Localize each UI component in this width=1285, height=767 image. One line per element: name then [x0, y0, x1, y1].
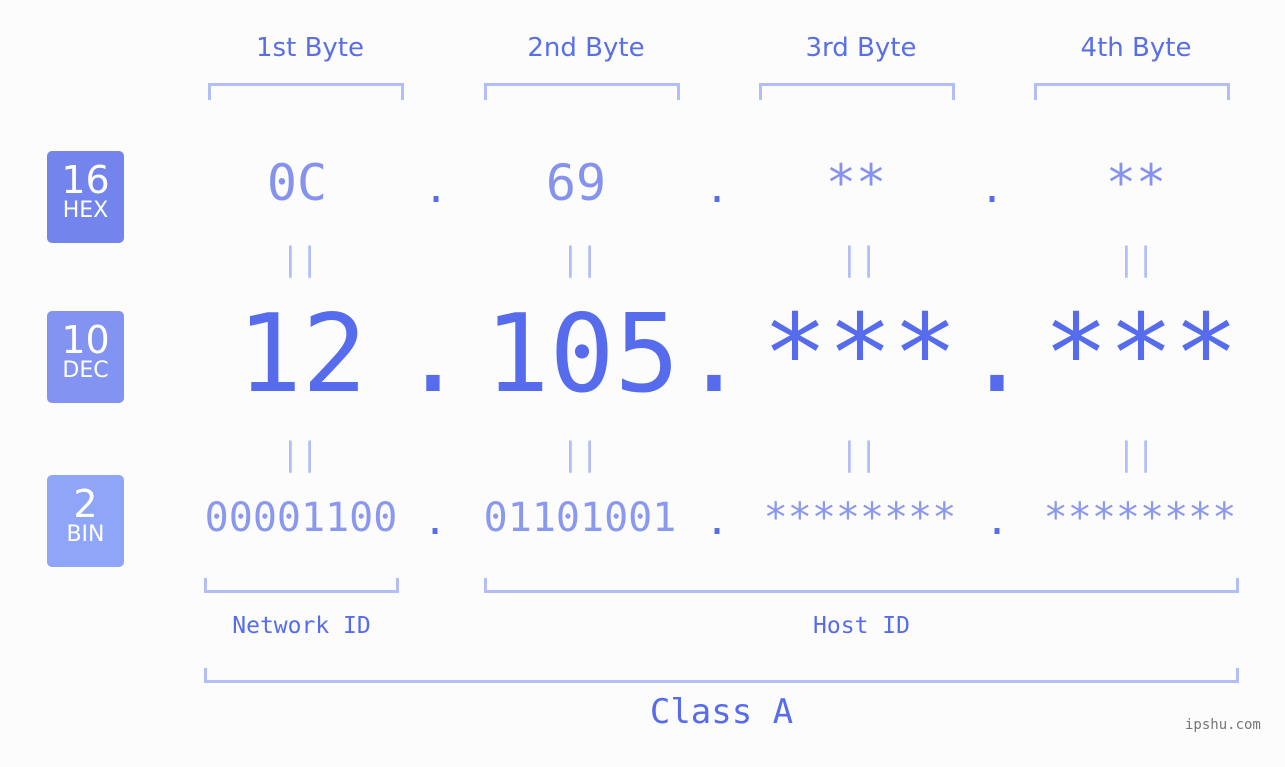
byte-bracket-1: [208, 83, 404, 100]
dec-badge-number: 10: [61, 318, 110, 362]
bin-badge: 2 BIN: [47, 475, 124, 567]
byte-header-2: 2nd Byte: [527, 33, 645, 63]
byte-header-3: 3rd Byte: [805, 33, 917, 63]
dec-byte-2: 105: [484, 292, 680, 417]
hex-badge-number: 16: [61, 158, 110, 202]
bin-badge-number: 2: [73, 482, 98, 526]
dec-separator-3: .: [964, 292, 1030, 417]
hex-badge-label: HEX: [62, 198, 109, 223]
hex-byte-1: 0C: [266, 154, 328, 212]
dec-byte-3: ***: [762, 292, 958, 417]
dec-byte-4: ***: [1043, 292, 1239, 417]
hex-byte-4: **: [1105, 154, 1167, 212]
equals-dec-bin-3: ||: [839, 435, 879, 473]
dec-byte-1: 12: [236, 292, 368, 417]
class-bracket: [204, 668, 1239, 683]
bin-byte-4: ********: [1043, 495, 1237, 541]
dec-badge-label: DEC: [62, 358, 109, 383]
hex-badge: 16 HEX: [47, 151, 124, 243]
byte-bracket-4: [1034, 83, 1230, 100]
bin-separator-1: .: [422, 498, 448, 544]
equals-dec-bin-1: ||: [280, 435, 320, 473]
dec-badge: 10 DEC: [47, 311, 124, 403]
bin-separator-2: .: [704, 498, 730, 544]
bin-byte-2: 01101001: [483, 495, 677, 541]
bin-byte-1: 00001100: [204, 495, 398, 541]
host-id-bracket: [484, 578, 1239, 593]
network-id-bracket: [204, 578, 399, 593]
hex-separator-1: .: [423, 166, 449, 212]
byte-bracket-2: [484, 83, 680, 100]
hex-byte-2: 69: [545, 154, 607, 212]
equals-hex-dec-2: ||: [560, 240, 600, 278]
bin-separator-3: .: [984, 498, 1010, 544]
hex-separator-3: .: [979, 166, 1005, 212]
byte-bracket-3: [759, 83, 955, 100]
hex-byte-3: **: [825, 154, 887, 212]
equals-hex-dec-1: ||: [280, 240, 320, 278]
dec-separator-1: .: [400, 292, 466, 417]
equals-hex-dec-3: ||: [839, 240, 879, 278]
byte-header-4: 4th Byte: [1080, 33, 1192, 63]
hex-separator-2: .: [704, 166, 730, 212]
network-id-label: Network ID: [232, 613, 371, 639]
equals-dec-bin-2: ||: [560, 435, 600, 473]
byte-header-1: 1st Byte: [256, 33, 364, 63]
watermark: ipshu.com: [1185, 717, 1261, 733]
bin-byte-3: ********: [763, 495, 957, 541]
class-label: Class A: [649, 692, 794, 732]
equals-dec-bin-4: ||: [1116, 435, 1156, 473]
equals-hex-dec-4: ||: [1116, 240, 1156, 278]
bin-badge-label: BIN: [66, 522, 105, 547]
dec-separator-2: .: [681, 292, 747, 417]
host-id-label: Host ID: [813, 613, 910, 639]
